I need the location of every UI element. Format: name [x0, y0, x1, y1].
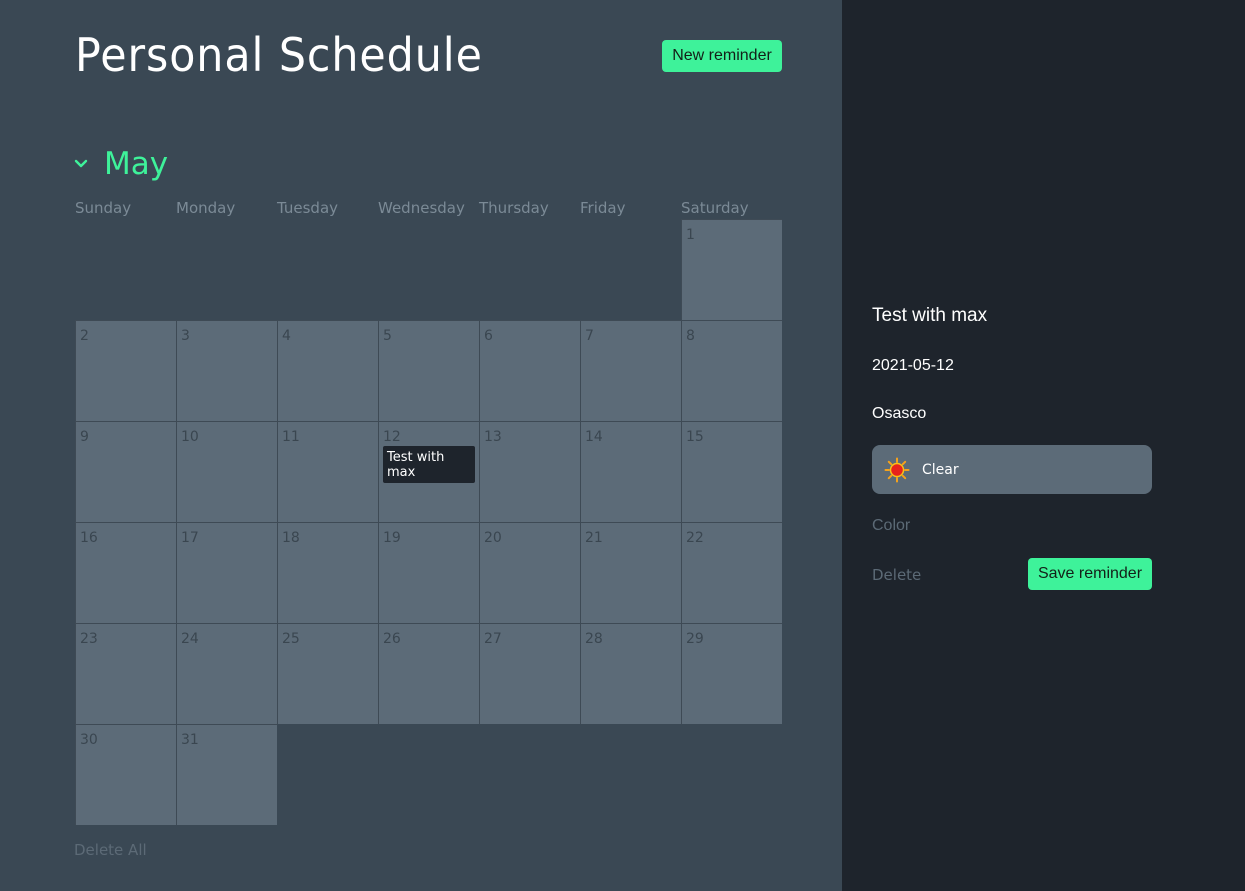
day-cell[interactable]: 30: [75, 724, 176, 825]
day-number: 17: [181, 530, 199, 546]
sun-icon: [884, 457, 910, 483]
weekday-label: Wednesday: [378, 199, 465, 217]
day-number: 26: [383, 631, 401, 647]
day-cell[interactable]: 9: [75, 421, 176, 522]
day-number: 5: [383, 328, 392, 344]
day-number: 20: [484, 530, 502, 546]
day-number: 21: [585, 530, 603, 546]
delete-all-button[interactable]: Delete All: [74, 841, 147, 859]
day-cell[interactable]: 14: [580, 421, 681, 522]
day-cell[interactable]: 26: [378, 623, 479, 724]
day-number: 10: [181, 429, 199, 445]
day-cell[interactable]: 4: [277, 320, 378, 421]
color-picker-label[interactable]: Color: [872, 517, 910, 535]
day-cell[interactable]: 23: [75, 623, 176, 724]
day-number: 8: [686, 328, 695, 344]
day-number: 24: [181, 631, 199, 647]
day-cell[interactable]: 15: [681, 421, 782, 522]
day-number: 28: [585, 631, 603, 647]
day-number: 30: [80, 732, 98, 748]
day-number: 31: [181, 732, 199, 748]
calendar-grid: 1 2 3 4 5 6 7 8 9 10 11 12 Test with max 13 14 15 16 17 18…: [75, 219, 782, 825]
weekday-label: Friday: [580, 199, 626, 217]
reminder-date: 2021-05-12: [872, 357, 954, 374]
day-cell[interactable]: 16: [75, 522, 176, 623]
day-number: 6: [484, 328, 493, 344]
day-number: 9: [80, 429, 89, 445]
save-reminder-button[interactable]: Save reminder: [1028, 558, 1152, 590]
day-cell[interactable]: 18: [277, 522, 378, 623]
day-number: 16: [80, 530, 98, 546]
day-number: 23: [80, 631, 98, 647]
weekday-header: Sunday Monday Tuesday Wednesday Thursday…: [75, 199, 782, 217]
day-cell[interactable]: 25: [277, 623, 378, 724]
day-number: 15: [686, 429, 704, 445]
new-reminder-button[interactable]: New reminder: [662, 40, 782, 72]
delete-reminder-button[interactable]: Delete: [872, 566, 921, 584]
day-cell[interactable]: 2: [75, 320, 176, 421]
day-cell[interactable]: 11: [277, 421, 378, 522]
day-number: 25: [282, 631, 300, 647]
day-number: 12: [383, 429, 401, 445]
day-cell[interactable]: 6: [479, 320, 580, 421]
weekday-label: Sunday: [75, 199, 132, 217]
day-number: 14: [585, 429, 603, 445]
day-number: 2: [80, 328, 89, 344]
day-cell[interactable]: 12 Test with max: [378, 421, 479, 522]
day-number: 27: [484, 631, 502, 647]
app: Personal Schedule New reminder May Sunda…: [0, 0, 1245, 891]
day-cell[interactable]: 28: [580, 623, 681, 724]
page-title: Personal Schedule: [75, 28, 483, 82]
day-number: 22: [686, 530, 704, 546]
weekday-label: Saturday: [681, 199, 749, 217]
day-cell[interactable]: 5: [378, 320, 479, 421]
day-cell[interactable]: 10: [176, 421, 277, 522]
day-cell[interactable]: 17: [176, 522, 277, 623]
day-cell[interactable]: 24: [176, 623, 277, 724]
day-cell[interactable]: 3: [176, 320, 277, 421]
reminder-city: Osasco: [872, 405, 927, 422]
day-cell[interactable]: 31: [176, 724, 277, 825]
weather-label: Clear: [922, 461, 959, 478]
day-cell[interactable]: 20: [479, 522, 580, 623]
day-cell[interactable]: 22: [681, 522, 782, 623]
day-number: 11: [282, 429, 300, 445]
day-cell[interactable]: 8: [681, 320, 782, 421]
reminder-chip[interactable]: Test with max: [383, 446, 475, 483]
day-cell[interactable]: 27: [479, 623, 580, 724]
day-number: 18: [282, 530, 300, 546]
chevron-down-icon[interactable]: [72, 155, 90, 173]
day-number: 13: [484, 429, 502, 445]
day-number: 29: [686, 631, 704, 647]
weekday-label: Tuesday: [277, 199, 339, 217]
day-cell[interactable]: 29: [681, 623, 782, 724]
weather-card: Clear: [872, 445, 1152, 494]
day-number: 4: [282, 328, 291, 344]
day-number: 19: [383, 530, 401, 546]
day-cell[interactable]: 7: [580, 320, 681, 421]
day-cell[interactable]: 19: [378, 522, 479, 623]
weekday-label: Thursday: [479, 199, 549, 217]
month-header[interactable]: May: [72, 146, 168, 182]
weekday-label: Monday: [176, 199, 236, 217]
day-number: 7: [585, 328, 594, 344]
day-number: 1: [686, 227, 695, 243]
month-name: May: [104, 146, 169, 182]
day-cell[interactable]: 1: [681, 219, 782, 320]
calendar-view: Personal Schedule New reminder May Sunda…: [0, 0, 842, 891]
day-number: 3: [181, 328, 190, 344]
reminder-title: Test with max: [872, 305, 988, 326]
day-cell[interactable]: 21: [580, 522, 681, 623]
day-cell[interactable]: 13: [479, 421, 580, 522]
